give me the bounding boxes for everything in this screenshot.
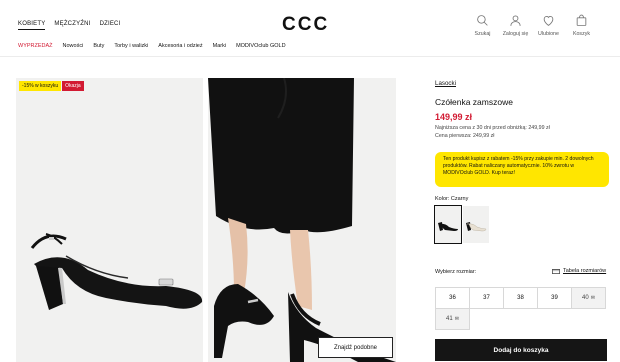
size-value: 37 bbox=[483, 295, 490, 301]
cart-label: Koszyk bbox=[572, 31, 591, 37]
size-value: 38 bbox=[517, 295, 524, 301]
envelope-icon: ✉ bbox=[590, 295, 595, 301]
main-nav: WYPRZEDAŻ Nowości Buty Torby i walizki A… bbox=[18, 43, 286, 49]
color-label: Kolor: Czarny bbox=[435, 196, 469, 202]
color-swatch-black[interactable] bbox=[434, 205, 462, 244]
heart-icon bbox=[543, 16, 554, 26]
search-label: Szukaj bbox=[474, 31, 491, 37]
product-photo-worn[interactable]: Znajdź podobne bbox=[208, 78, 396, 362]
nav-item-sale[interactable]: WYPRZEDAŻ bbox=[18, 43, 53, 49]
nav-item-brands[interactable]: Marki bbox=[213, 43, 226, 49]
header-divider bbox=[0, 56, 620, 57]
promo-banner[interactable]: Ten produkt kupisz z rabatem -15% przy z… bbox=[435, 152, 609, 187]
size-label: Wybierz rozmiar: bbox=[435, 269, 477, 275]
size-option-38[interactable]: 38 bbox=[503, 287, 538, 309]
login-label: Zaloguj się bbox=[502, 31, 529, 37]
size-grid: 36 37 38 39 40 ✉ 41 ✉ bbox=[435, 287, 606, 330]
nav-item-new[interactable]: Nowości bbox=[63, 43, 84, 49]
product-name: Czółenka zamszowe bbox=[435, 97, 513, 107]
nav-item-modivo-club[interactable]: MODIVOclub GOLD bbox=[236, 43, 286, 49]
first-price-note: Cena pierwsza: 249,99 zł bbox=[435, 133, 495, 139]
header-actions: Szukaj Zaloguj się Ulubione Koszyk bbox=[466, 14, 598, 37]
lowest-price-note: Najniższa cena z 30 dni przed obniżką: 2… bbox=[435, 125, 550, 131]
user-icon bbox=[510, 15, 521, 26]
size-value: 39 bbox=[551, 295, 558, 301]
tab-men[interactable]: MĘŻCZYŹNI bbox=[54, 21, 90, 30]
tab-kids[interactable]: DZIECI bbox=[100, 21, 121, 30]
search-icon bbox=[477, 15, 488, 26]
size-option-41[interactable]: 41 ✉ bbox=[435, 308, 470, 330]
size-table-label: Tabela rozmiarów bbox=[563, 268, 607, 274]
shoe-side-image bbox=[30, 233, 203, 310]
nav-item-accessories[interactable]: Akcesoria i odzież bbox=[158, 43, 202, 49]
shoe-thumbnail-black bbox=[438, 221, 458, 231]
search-button[interactable]: Szukaj bbox=[466, 14, 499, 37]
size-option-36[interactable]: 36 bbox=[435, 287, 470, 309]
logo[interactable]: CCC bbox=[282, 14, 329, 36]
nav-item-shoes[interactable]: Buty bbox=[93, 43, 104, 49]
size-option-40[interactable]: 40 ✉ bbox=[571, 287, 606, 309]
color-swatch-beige[interactable] bbox=[463, 206, 489, 243]
size-value: 40 bbox=[582, 295, 589, 301]
color-swatches bbox=[434, 205, 489, 244]
envelope-icon: ✉ bbox=[454, 316, 459, 322]
size-value: 36 bbox=[449, 295, 456, 301]
size-option-39[interactable]: 39 bbox=[537, 287, 572, 309]
size-table-link[interactable]: Tabela rozmiarów bbox=[552, 268, 606, 274]
login-button[interactable]: Zaloguj się bbox=[499, 14, 532, 37]
shoe-worn-image bbox=[208, 78, 396, 362]
favorites-label: Ulubione bbox=[538, 31, 559, 37]
shoe-thumbnail-beige bbox=[466, 221, 487, 231]
tab-women[interactable]: KOBIETY bbox=[18, 21, 46, 30]
size-value: 41 bbox=[446, 316, 453, 322]
nav-item-bags[interactable]: Torby i walizki bbox=[114, 43, 148, 49]
gender-tabs: KOBIETY MĘŻCZYŹNI DZIECI bbox=[18, 21, 120, 30]
bag-icon bbox=[576, 14, 587, 26]
favorites-button[interactable]: Ulubione bbox=[532, 14, 565, 37]
product-price: 149,99 zł bbox=[435, 112, 473, 122]
brand-link[interactable]: Lasocki bbox=[435, 80, 456, 87]
add-to-cart-button[interactable]: Dodaj do koszyka bbox=[435, 339, 607, 361]
cart-button[interactable]: Koszyk bbox=[565, 14, 598, 37]
find-similar-button[interactable]: Znajdź podobne bbox=[318, 337, 393, 358]
size-option-37[interactable]: 37 bbox=[469, 287, 504, 309]
header: KOBIETY MĘŻCZYŹNI DZIECI CCC Szukaj Zalo… bbox=[0, 0, 620, 56]
ruler-icon bbox=[552, 268, 560, 274]
product-photo-side[interactable]: -15% w koszyku Okazja bbox=[16, 78, 203, 362]
